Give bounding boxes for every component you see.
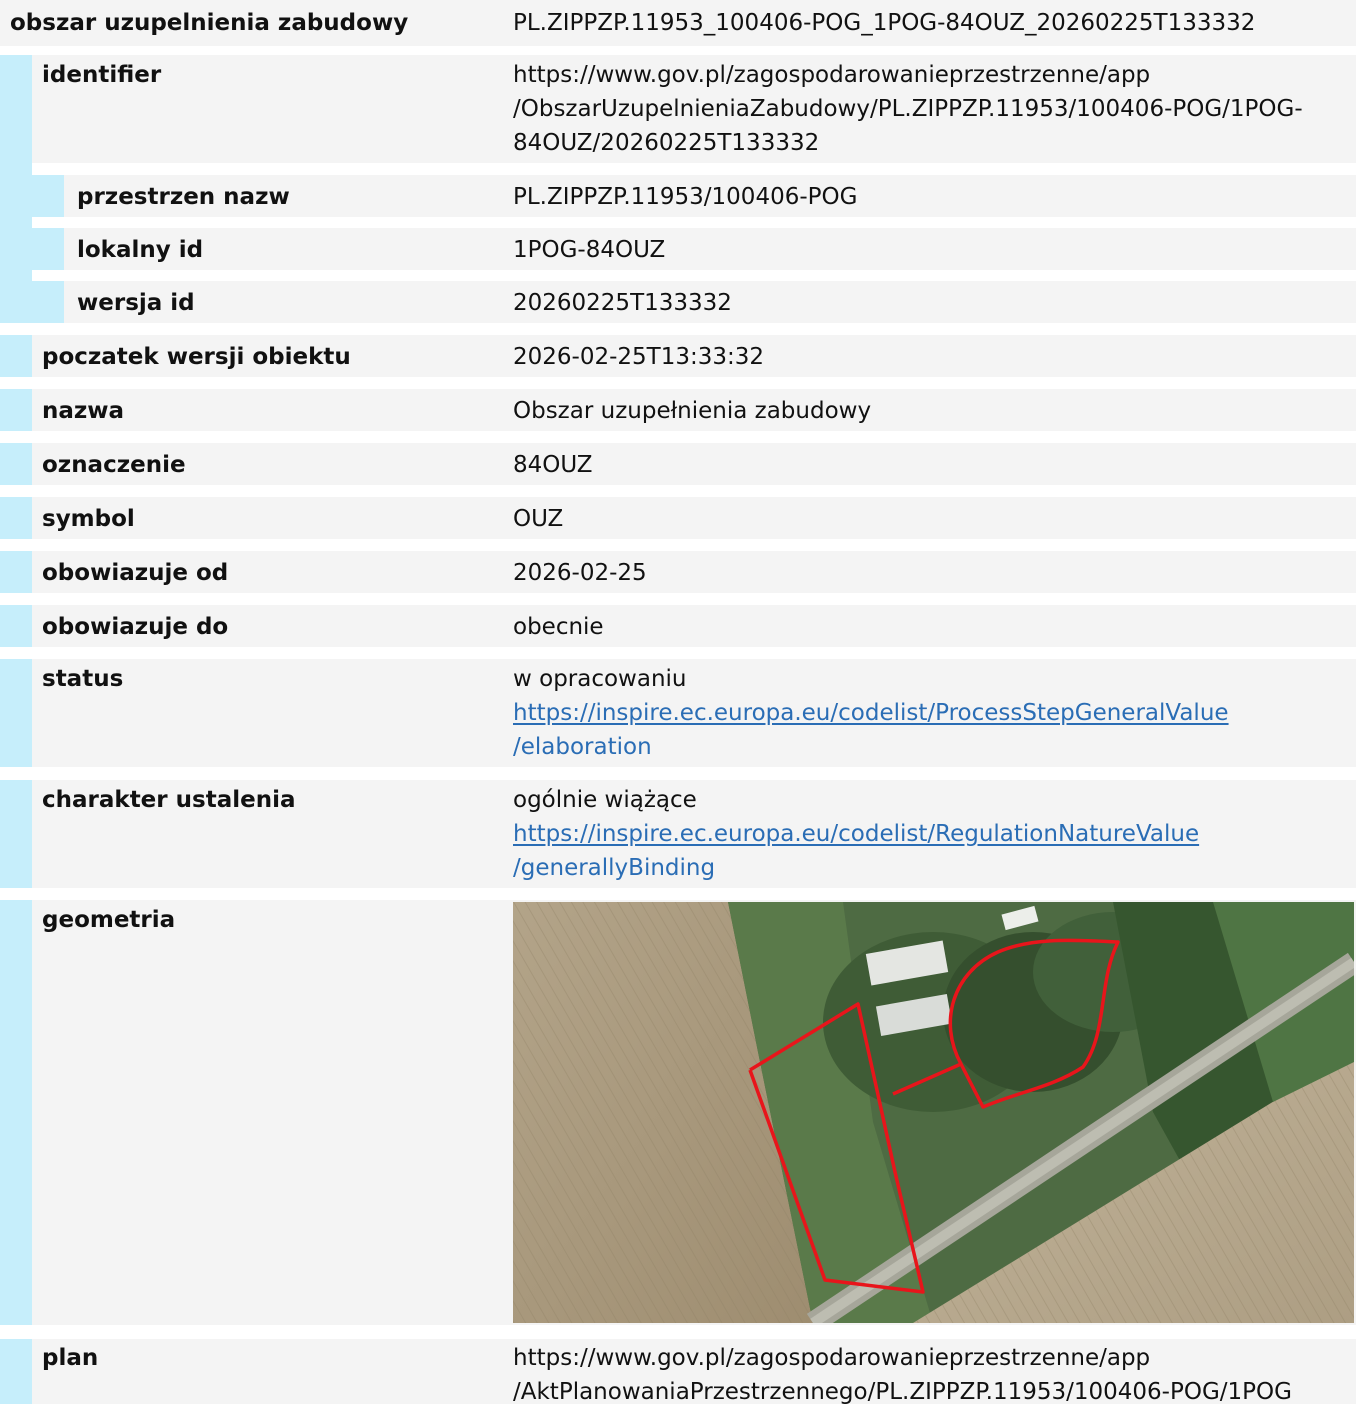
field-label: symbol (42, 506, 135, 532)
field-label: poczatek wersji obiektu (42, 344, 351, 370)
charakter-value: ogólnie wiążące https://inspire.ec.europ… (513, 783, 1350, 885)
wersja-id-value: 20260225T133332 (513, 290, 732, 316)
plan-label: plan (42, 1345, 99, 1371)
przestrzen-nazw-value: PL.ZIPPZP.11953/100406-POG (513, 184, 858, 210)
geometria-label: geometria (42, 907, 176, 933)
lokalny-id-value: 1POG-84OUZ (513, 237, 666, 263)
przestrzen-nazw-label: przestrzen nazw (77, 184, 290, 210)
identifier-value: https://www.gov.pl/zagospodarowanieprzes… (513, 62, 1303, 156)
identifier-label: identifier (42, 62, 162, 88)
charakter-accent-bar (0, 780, 32, 888)
field-accent-bar (0, 335, 32, 377)
field-label: nazwa (42, 398, 125, 424)
nested-accent-bar (32, 228, 64, 270)
field-value: 2026-02-25 (513, 560, 647, 586)
field-label: obowiazuje do (42, 614, 229, 640)
field-accent-bar (0, 551, 32, 593)
feature-info-panel: obszar uzupelnienia zabudowy PL.ZIPPZP.1… (0, 0, 1356, 1405)
wersja-id-label: wersja id (77, 290, 195, 316)
nested-accent-bar (32, 175, 64, 217)
field-value: 2026-02-25T13:33:32 (513, 344, 765, 370)
field-value: Obszar uzupełnienia zabudowy (513, 398, 872, 424)
status-value: w opracowaniu https://inspire.ec.europa.… (513, 662, 1350, 764)
charakter-label: charakter ustalenia (42, 787, 296, 813)
geometria-accent-bar (0, 900, 32, 1325)
header-value: PL.ZIPPZP.11953_100406-POG_1POG-84OUZ_20… (513, 10, 1256, 36)
geometry-map-image (513, 902, 1354, 1323)
field-accent-bar (0, 605, 32, 647)
charakter-codelist-link[interactable]: https://inspire.ec.europa.eu/codelist/Re… (513, 817, 1199, 885)
field-value: 84OUZ (513, 452, 593, 478)
status-codelist-link[interactable]: https://inspire.ec.europa.eu/codelist/Pr… (513, 696, 1229, 764)
field-value: OUZ (513, 506, 564, 532)
header-label: obszar uzupelnienia zabudowy (10, 10, 409, 36)
charakter-text: ogólnie wiążące (513, 787, 697, 813)
aerial-photo (513, 902, 1354, 1323)
field-label: obowiazuje od (42, 560, 229, 586)
field-accent-bar (0, 443, 32, 485)
identifier-accent-bar (0, 55, 32, 323)
field-accent-bar (0, 497, 32, 539)
plan-value: https://www.gov.pl/zagospodarowanieprzes… (513, 1345, 1292, 1405)
status-label: status (42, 666, 124, 692)
plan-accent-bar (0, 1339, 32, 1404)
nested-accent-bar (32, 281, 64, 323)
field-label: oznaczenie (42, 452, 186, 478)
field-accent-bar (0, 389, 32, 431)
lokalny-id-label: lokalny id (77, 237, 204, 263)
status-text: w opracowaniu (513, 666, 687, 692)
field-value: obecnie (513, 614, 604, 640)
status-accent-bar (0, 659, 32, 767)
